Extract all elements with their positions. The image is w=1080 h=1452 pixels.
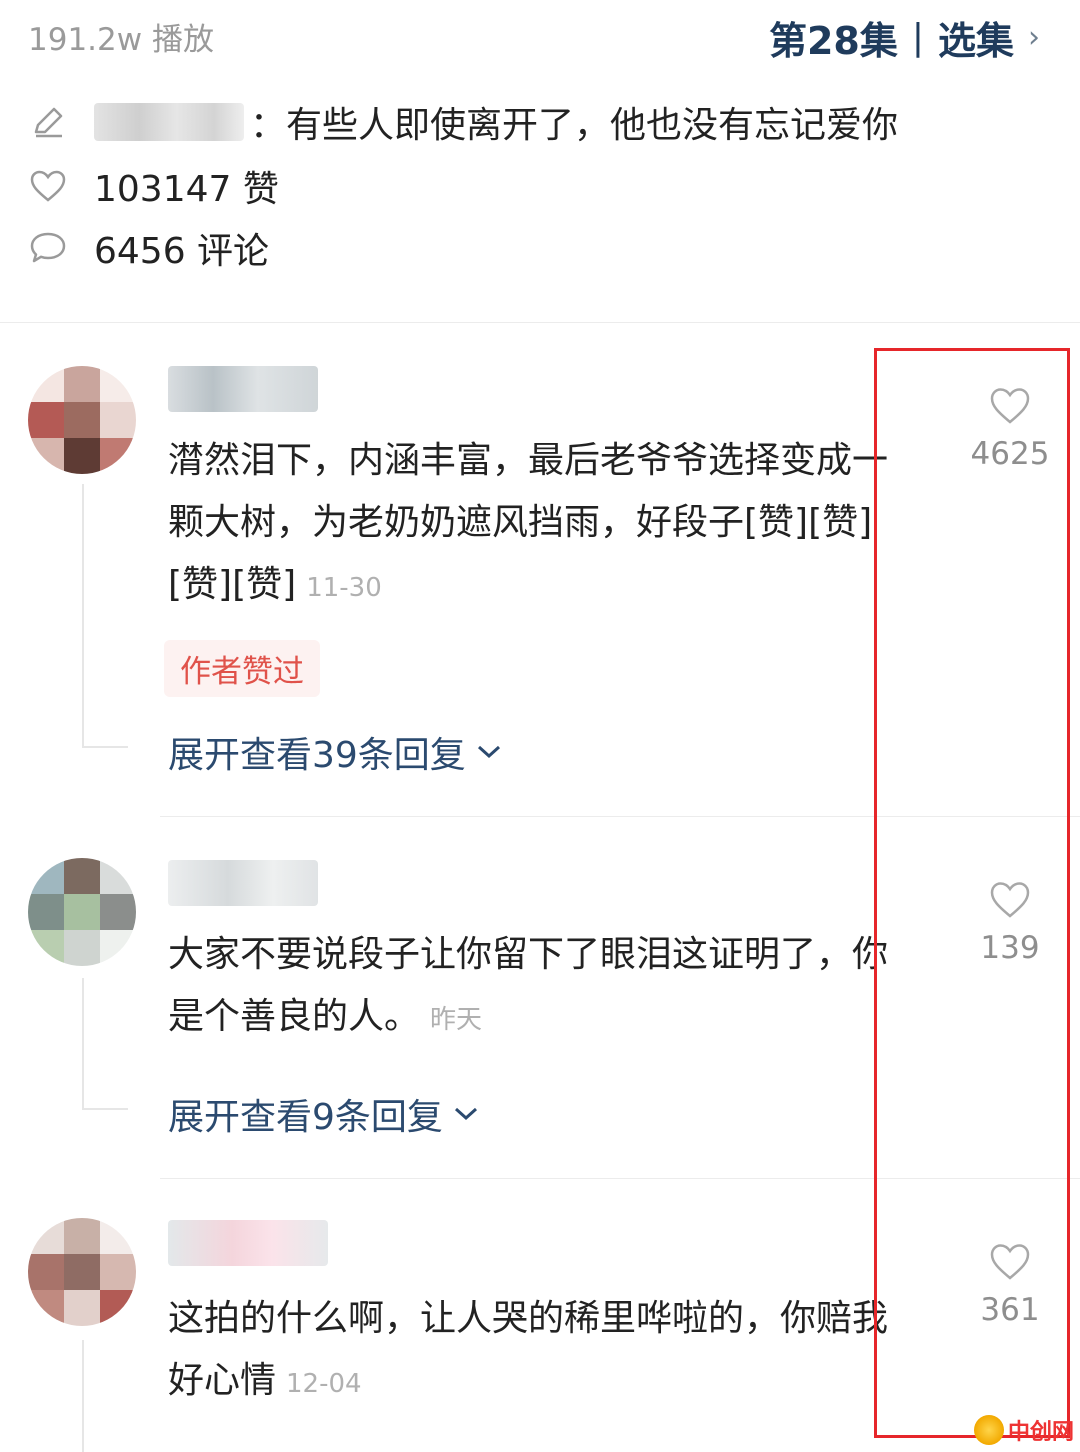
username-blurred[interactable] [168,366,318,412]
comment-text: 大家不要说段子让你留下了眼泪这证明了，你是个善良的人。 昨天 [168,924,888,1051]
watermark: 中创网 [973,1414,1074,1446]
like-count: 103147 赞 [94,169,279,210]
expand-replies-label[interactable]: 展开查看39条回复 [168,726,466,778]
chevron-down-icon[interactable] [476,737,502,767]
comment-body: 大家不要说段子让你留下了眼泪这证明了，你是个善良的人。 [168,934,889,1037]
comment-body: 潸然泪下，内涵丰富，最后老爷爷选择变成一颗大树，为老奶奶遮风挡雨，好段子[赞][… [168,440,889,605]
watermark-logo-icon [973,1415,1004,1445]
thread-line [82,1108,128,1110]
comment-count: 6456 评论 [94,231,270,272]
author-name-blurred [94,103,244,141]
section-divider [0,322,1080,323]
watermark-text: 中创网 [1007,1420,1074,1445]
episode-separator: | [911,17,924,58]
chevron-down-icon[interactable] [453,1099,479,1129]
author-liked-badge: 作者赞过 [164,640,320,697]
expand-replies-button[interactable]: 展开查看9条回复 [168,1088,479,1140]
avatar[interactable] [28,366,136,474]
video-description: ：有些人即使离开了，他也没有忘记爱你 [28,96,898,148]
current-episode[interactable]: 第28集 [769,10,898,65]
comment-time: 11-30 [306,573,382,603]
comment-bubble-icon[interactable] [28,228,68,268]
highlight-box [874,348,1070,1438]
chevron-right-icon[interactable]: › [1028,20,1040,55]
play-count: 191.2w 播放 [28,22,214,58]
comment-body: 这拍的什么啊，让人哭的稀里哗啦的，你赔我好心情 [168,1298,889,1401]
thread-line [82,484,84,748]
username-blurred[interactable] [168,860,318,906]
select-episode-button[interactable]: 选集 [938,10,1014,65]
thread-line [82,1340,84,1452]
like-count-row[interactable]: 103147 赞 [28,160,279,212]
comment-text: 潸然泪下，内涵丰富，最后老爷爷选择变成一颗大树，为老奶奶遮风挡雨，好段子[赞][… [168,430,908,619]
thread-line [82,746,128,748]
comment-time: 昨天 [430,1005,483,1035]
description-text: ：有些人即使离开了，他也没有忘记爱你 [250,105,899,146]
episode-selector[interactable]: 第28集 | 选集 › [769,10,1040,65]
expand-replies-label[interactable]: 展开查看9条回复 [168,1088,443,1140]
comment-count-row[interactable]: 6456 评论 [28,222,269,274]
heart-icon[interactable] [28,166,68,206]
comment-text: 这拍的什么啊，让人哭的稀里哗啦的，你赔我好心情 12-04 [168,1288,908,1415]
thread-line [82,978,84,1110]
avatar[interactable] [28,1218,136,1326]
comment-time: 12-04 [286,1369,362,1399]
avatar[interactable] [28,858,136,966]
username-blurred[interactable] [168,1220,328,1266]
expand-replies-button[interactable]: 展开查看39条回复 [168,726,502,778]
pencil-icon [28,102,68,142]
